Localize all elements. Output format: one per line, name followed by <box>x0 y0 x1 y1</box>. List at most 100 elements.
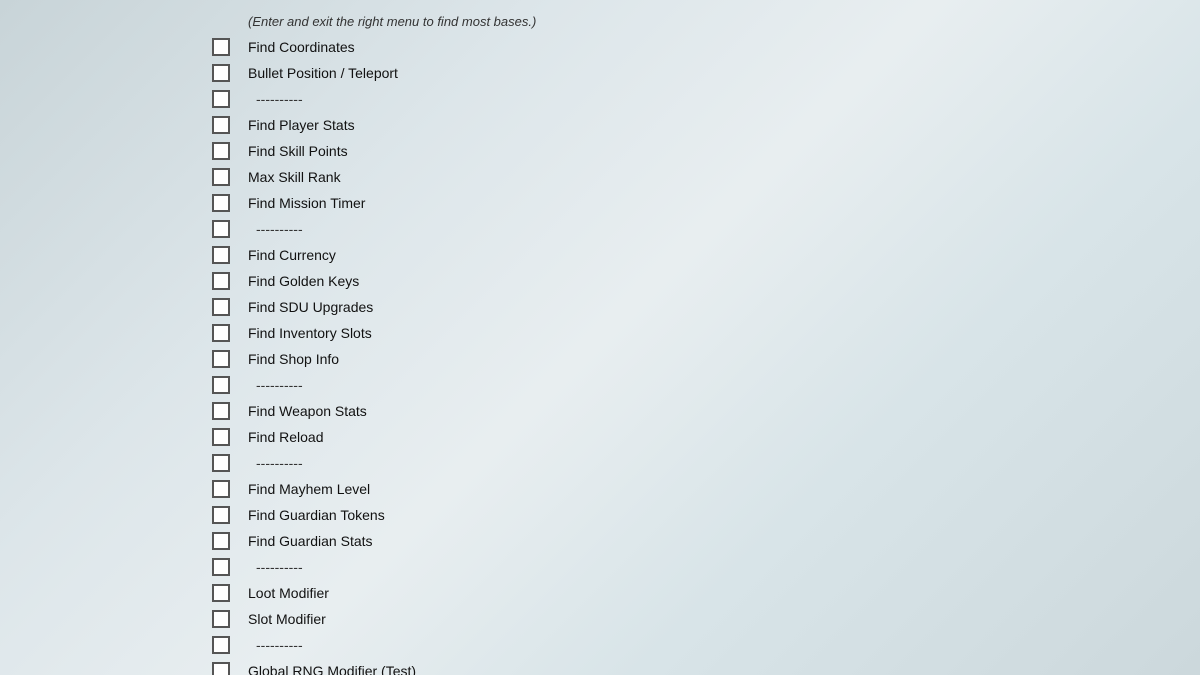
item-row-22: Loot Modifier &gt;</span> </div> <box>0 580 1200 606</box>
checkbox-area <box>0 194 240 212</box>
checkbox-area <box>0 298 240 316</box>
item-checkbox[interactable] <box>212 532 230 550</box>
item-checkbox[interactable] <box>212 584 230 602</box>
separator-label: ---------- <box>240 559 1200 575</box>
separator-checkbox-area <box>0 454 240 472</box>
item-label: Loot Modifier <box>240 585 1080 601</box>
item-row-5: Find Skill Points &gt;</span> </div> <box>0 138 1200 164</box>
item-label: Find Player Stats <box>240 117 1080 133</box>
item-label: Find Coordinates <box>240 39 1080 55</box>
item-label: Find Skill Points <box>240 143 1080 159</box>
checkbox-area <box>0 506 240 524</box>
item-label: Find Currency <box>240 247 1080 263</box>
checkbox-area <box>0 584 240 602</box>
item-checkbox[interactable] <box>212 246 230 264</box>
separator-row: ---------- <box>0 554 1200 580</box>
item-label: Find SDU Upgrades <box>240 299 1080 315</box>
item-label: Find Reload <box>240 429 1080 445</box>
item-row-4: Find Player Stats &gt;</span> </div> <box>0 112 1200 138</box>
hint-row: (Enter and exit the right menu to find m… <box>0 8 1200 34</box>
item-row-6: Max Skill Rank &gt;</span> </div> <box>0 164 1200 190</box>
checkbox-area <box>0 662 240 675</box>
separator-checkbox[interactable] <box>212 558 230 576</box>
item-row-25: Global RNG Modifier (Test) &gt;</span> <… <box>0 658 1200 675</box>
item-row-15: Find Weapon Stats &gt;</span> </div> <box>0 398 1200 424</box>
checkbox-area <box>0 38 240 56</box>
item-row-23: Slot Modifier &gt;</span> </div> <box>0 606 1200 632</box>
checkbox-area <box>0 402 240 420</box>
checkbox-area <box>0 168 240 186</box>
item-label: Find Shop Info <box>240 351 1080 367</box>
separator-checkbox[interactable] <box>212 220 230 238</box>
item-checkbox[interactable] <box>212 480 230 498</box>
separator-checkbox-area <box>0 636 240 654</box>
item-checkbox[interactable] <box>212 298 230 316</box>
separator-checkbox[interactable] <box>212 454 230 472</box>
separator-label: ---------- <box>240 455 1200 471</box>
separator-label: ---------- <box>240 91 1200 107</box>
item-checkbox[interactable] <box>212 272 230 290</box>
checkbox-area <box>0 142 240 160</box>
main-container: (Enter and exit the right menu to find m… <box>0 0 1200 675</box>
checkbox-area <box>0 246 240 264</box>
checkbox-area <box>0 272 240 290</box>
checkbox-area <box>0 116 240 134</box>
item-row-12: Find Inventory Slots &gt;</span> </div> <box>0 320 1200 346</box>
item-row-13: Find Shop Info &gt;</span> </div> <box>0 346 1200 372</box>
item-checkbox[interactable] <box>212 168 230 186</box>
item-label: Find Mayhem Level <box>240 481 1080 497</box>
separator-checkbox-area <box>0 376 240 394</box>
checkbox-area <box>0 64 240 82</box>
item-row-19: Find Guardian Tokens &gt;</span> </div> <box>0 502 1200 528</box>
separator-label: ---------- <box>240 637 1200 653</box>
item-checkbox[interactable] <box>212 324 230 342</box>
checkbox-area <box>0 610 240 628</box>
item-label: Find Guardian Stats <box>240 533 1080 549</box>
item-label: Global RNG Modifier (Test) <box>240 663 1080 675</box>
separator-row: ---------- <box>0 216 1200 242</box>
item-row-7: Find Mission Timer &gt;</span> </div> <box>0 190 1200 216</box>
item-row-11: Find SDU Upgrades &gt;</span> </div> <box>0 294 1200 320</box>
item-label: Find Weapon Stats <box>240 403 1080 419</box>
separator-checkbox[interactable] <box>212 376 230 394</box>
separator-label: ---------- <box>240 377 1200 393</box>
separator-checkbox-area <box>0 90 240 108</box>
item-checkbox[interactable] <box>212 142 230 160</box>
item-label: Find Golden Keys <box>240 273 1080 289</box>
item-checkbox[interactable] <box>212 610 230 628</box>
item-checkbox[interactable] <box>212 662 230 675</box>
item-label: Find Mission Timer <box>240 195 1080 211</box>
separator-row: ---------- <box>0 86 1200 112</box>
item-row-20: Find Guardian Stats &gt;</span> </div> <box>0 528 1200 554</box>
item-checkbox[interactable] <box>212 402 230 420</box>
separator-checkbox[interactable] <box>212 636 230 654</box>
checkbox-area <box>0 532 240 550</box>
separator-row: ---------- <box>0 450 1200 476</box>
item-checkbox[interactable] <box>212 64 230 82</box>
item-row-16: Find Reload &gt;</span> </div> <box>0 424 1200 450</box>
separator-row: ---------- <box>0 372 1200 398</box>
separator-checkbox[interactable] <box>212 90 230 108</box>
checkbox-area <box>0 324 240 342</box>
item-row-9: Find Currency &gt;</span> </div> <box>0 242 1200 268</box>
separator-label: ---------- <box>240 221 1200 237</box>
item-checkbox[interactable] <box>212 116 230 134</box>
separator-checkbox-area <box>0 220 240 238</box>
item-row-18: Find Mayhem Level &gt;</span> </div> <box>0 476 1200 502</box>
item-row-10: Find Golden Keys &gt;</span> </div> <box>0 268 1200 294</box>
item-row-2: Bullet Position / Teleport &gt;</span> <… <box>0 60 1200 86</box>
item-checkbox[interactable] <box>212 506 230 524</box>
item-label: Bullet Position / Teleport <box>240 65 1080 81</box>
item-checkbox[interactable] <box>212 350 230 368</box>
checkbox-area <box>0 428 240 446</box>
item-label: Find Inventory Slots <box>240 325 1080 341</box>
item-row-1: Find Coordinates &gt;</span> </div> <box>0 34 1200 60</box>
checkbox-area <box>0 480 240 498</box>
item-checkbox[interactable] <box>212 38 230 56</box>
item-checkbox[interactable] <box>212 428 230 446</box>
checkbox-area <box>0 350 240 368</box>
separator-row: ---------- <box>0 632 1200 658</box>
item-label: Find Guardian Tokens <box>240 507 1080 523</box>
item-checkbox[interactable] <box>212 194 230 212</box>
hint-text: (Enter and exit the right menu to find m… <box>240 13 1200 29</box>
